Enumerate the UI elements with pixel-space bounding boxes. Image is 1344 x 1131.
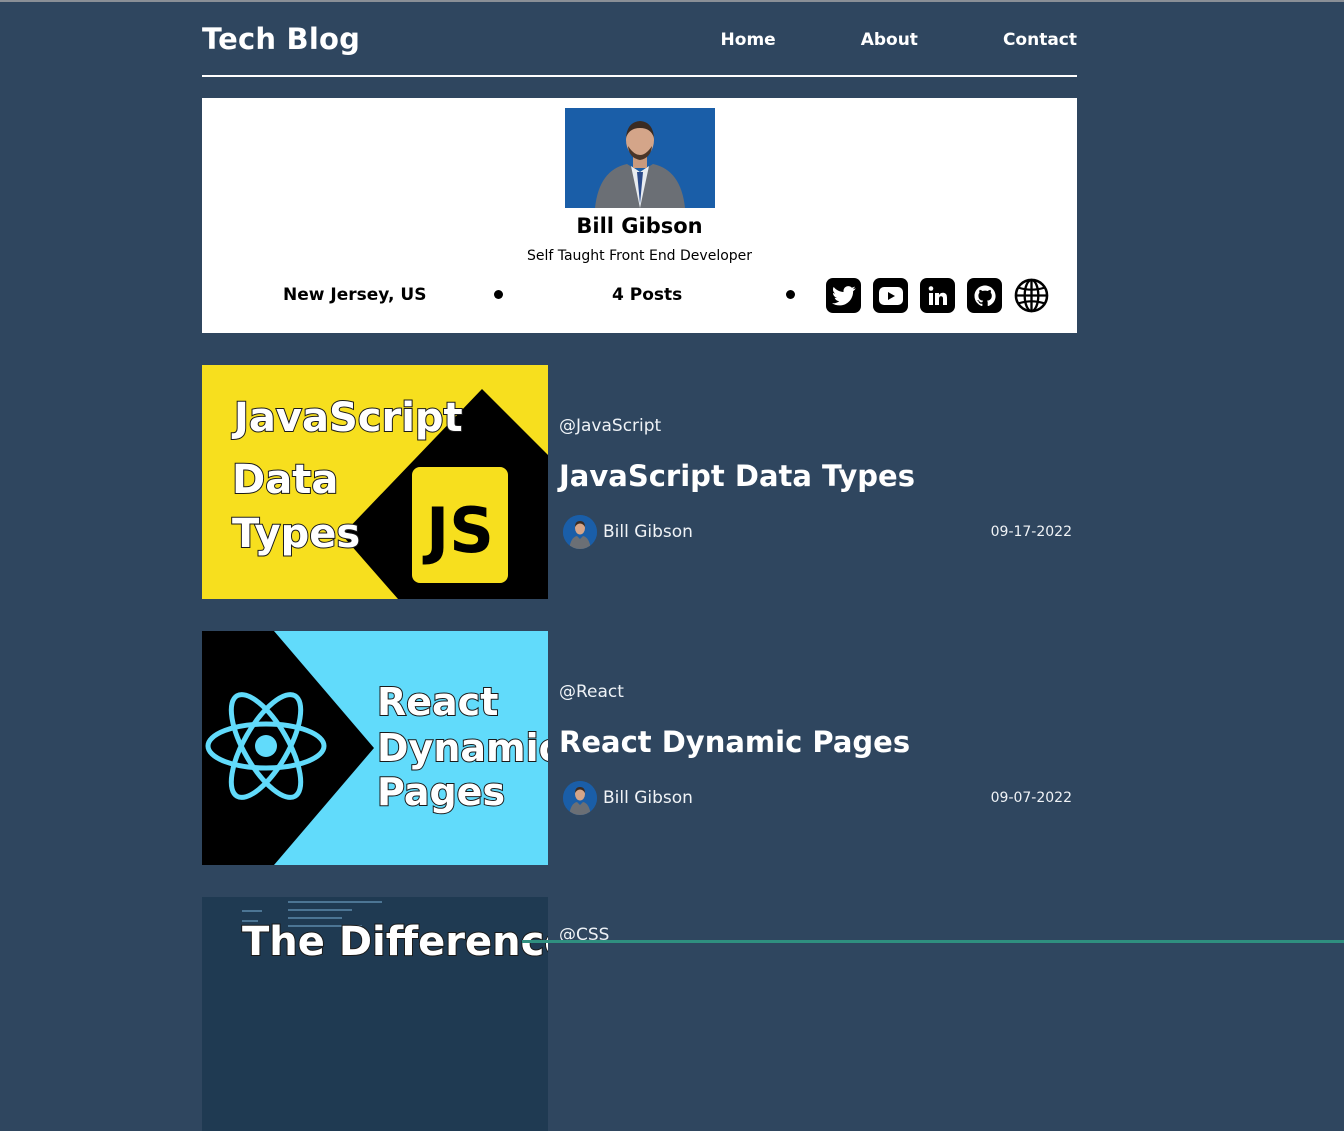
thumb-line: React <box>377 680 498 724</box>
linkedin-icon[interactable] <box>920 278 955 313</box>
social-links <box>826 278 1049 313</box>
thumb-line: Pages <box>377 770 505 814</box>
post-thumbnail[interactable]: JS JavaScript Data Types <box>202 365 548 599</box>
author-avatar <box>563 781 597 815</box>
post-author[interactable]: Bill Gibson <box>563 515 693 549</box>
thumb-line: JavaScript <box>231 395 463 441</box>
post-date: 09-07-2022 <box>990 790 1072 806</box>
profile-location: New Jersey, US <box>283 285 427 305</box>
profile-name: Bill Gibson <box>576 214 703 238</box>
author-avatar <box>563 515 597 549</box>
post-thumbnail[interactable]: React Dynamic Pages <box>202 631 548 865</box>
youtube-icon[interactable] <box>873 278 908 313</box>
site-brand[interactable]: Tech Blog <box>202 22 360 56</box>
post-card: React Dynamic Pages @React React Dynamic… <box>202 631 1077 865</box>
post-date: 09-17-2022 <box>990 524 1072 540</box>
post-title[interactable]: JavaScript Data Types <box>559 459 915 493</box>
thumb-line: Data <box>232 457 338 503</box>
post-card: The Difference @CSS <box>202 897 1077 1131</box>
main-nav: Home About Contact <box>721 30 1077 50</box>
author-name: Bill Gibson <box>603 522 693 542</box>
profile-photo <box>565 108 715 208</box>
nav-contact-link[interactable]: Contact <box>1003 30 1077 50</box>
thumb-line: Types <box>232 511 360 557</box>
site-header: Tech Blog Home About Contact <box>202 0 1077 77</box>
profile-post-count: 4 Posts <box>612 285 683 305</box>
twitter-icon[interactable] <box>826 278 861 313</box>
post-tag[interactable]: @React <box>559 682 624 702</box>
post-title[interactable]: React Dynamic Pages <box>559 725 910 759</box>
separator-dot <box>786 290 795 299</box>
thumb-line: The Difference <box>242 919 548 965</box>
nav-about-link[interactable]: About <box>861 30 918 50</box>
post-author[interactable]: Bill Gibson <box>563 781 693 815</box>
profile-title: Self Taught Front End Developer <box>526 248 753 264</box>
separator-dot <box>494 290 503 299</box>
post-thumbnail[interactable]: The Difference <box>202 897 548 1131</box>
post-card: JS JavaScript Data Types @JavaScript Jav… <box>202 365 1077 599</box>
github-icon[interactable] <box>967 278 1002 313</box>
globe-icon[interactable] <box>1014 278 1049 313</box>
profile-card: Bill Gibson Self Taught Front End Develo… <box>202 98 1077 333</box>
nav-home-link[interactable]: Home <box>721 30 776 50</box>
thumb-line: Dynamic <box>377 726 548 770</box>
post-tag[interactable]: @JavaScript <box>559 416 661 436</box>
author-name: Bill Gibson <box>603 788 693 808</box>
js-badge-text: JS <box>422 494 494 567</box>
page-container: Tech Blog Home About Contact Bill Gibson… <box>202 0 1077 1131</box>
